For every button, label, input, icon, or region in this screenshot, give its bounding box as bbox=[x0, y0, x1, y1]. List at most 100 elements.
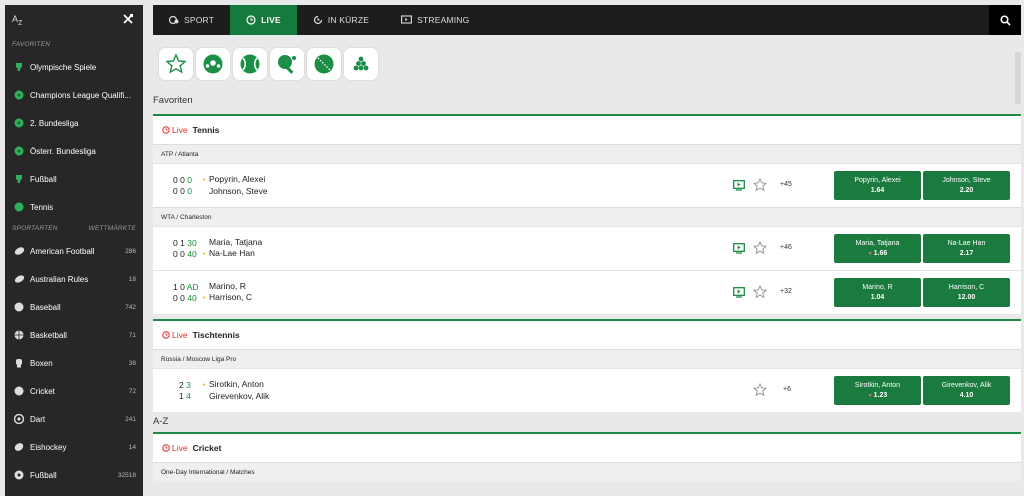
sidebar-item-label: Olympische Spiele bbox=[30, 62, 97, 72]
filter-favorites-button[interactable] bbox=[158, 47, 194, 81]
sidebar-item-boxen[interactable]: Boxen 38 bbox=[5, 349, 143, 377]
odds-group: Popyrin, Alexei 1.64 Johnson, Steve 2.20 bbox=[834, 171, 1010, 200]
soccer-ball-icon bbox=[203, 54, 223, 74]
more-markets-link[interactable]: +46 bbox=[780, 244, 792, 251]
basketball-icon bbox=[13, 329, 25, 341]
sidebar-item-basketball[interactable]: Basketball 71 bbox=[5, 321, 143, 349]
league-header[interactable]: One-Day International / Matches bbox=[153, 462, 1021, 481]
player-2: Na-Lae Han bbox=[209, 248, 255, 258]
odds-button[interactable]: Popyrin, Alexei 1.64 bbox=[834, 171, 921, 200]
tab-live[interactable]: LIVE bbox=[230, 5, 297, 35]
sidebar-item-olympische-spiele[interactable]: Olympische Spiele bbox=[5, 53, 143, 81]
scrollbar[interactable] bbox=[1015, 52, 1021, 104]
tab-label: LIVE bbox=[261, 15, 281, 25]
match-players: Maria, Tatjana • Na-Lae Han bbox=[203, 237, 373, 260]
tab-label: STREAMING bbox=[417, 15, 470, 25]
tennis-ball-icon bbox=[13, 201, 25, 213]
market-count: 18 bbox=[128, 275, 136, 283]
tab-sport[interactable]: SPORT bbox=[153, 5, 230, 35]
cricket-group-header[interactable]: Live Cricket bbox=[153, 434, 1021, 462]
tennis-group-header[interactable]: Live Tennis bbox=[153, 116, 1021, 144]
stream-icon[interactable] bbox=[733, 179, 745, 191]
sidebar-item-baseball[interactable]: Baseball 742 bbox=[5, 293, 143, 321]
live-badge: Live bbox=[162, 443, 188, 453]
sidebar-item-fussball[interactable]: Fußball 32518 bbox=[5, 461, 143, 489]
sidebar-item-oesterr-bundesliga[interactable]: Österr. Bundesliga bbox=[5, 137, 143, 165]
search-button[interactable] bbox=[989, 5, 1021, 35]
sidebar-item-tennis[interactable]: Tennis bbox=[5, 193, 143, 221]
tab-in-kuerze[interactable]: IN KÜRZE bbox=[297, 5, 385, 35]
player-1: Maria, Tatjana bbox=[209, 237, 263, 247]
dartboard-icon bbox=[13, 413, 25, 425]
sidebar-item-cricket[interactable]: Cricket 72 bbox=[5, 377, 143, 405]
filter-snooker-button[interactable] bbox=[343, 47, 379, 81]
sidebar-item-fussball-fav[interactable]: Fußball bbox=[5, 165, 143, 193]
cricket-ball-icon bbox=[314, 54, 334, 74]
more-markets-link[interactable]: +32 bbox=[780, 288, 792, 295]
league-header[interactable]: ATP / Atlanta bbox=[153, 144, 1021, 163]
sidebar-item-champions-league[interactable]: Champions League Qualifi... bbox=[5, 81, 143, 109]
sidebar-header: AZ bbox=[5, 5, 143, 37]
league-header[interactable]: Russia / Moscow Liga Pro bbox=[153, 349, 1021, 368]
odds-button[interactable]: Sirotkin, Anton ▼1.23 bbox=[834, 376, 921, 405]
search-icon bbox=[999, 14, 1011, 26]
favorite-star-icon[interactable] bbox=[753, 383, 767, 397]
odds-button[interactable]: Na-Lae Han 2.17 bbox=[923, 234, 1010, 263]
baseball-icon bbox=[13, 301, 25, 313]
sport-name: Tischtennis bbox=[192, 330, 240, 340]
filter-table-tennis-button[interactable] bbox=[269, 47, 305, 81]
league-header[interactable]: WTA / Charleston bbox=[153, 207, 1021, 226]
odds-button[interactable]: Johnson, Steve 2.20 bbox=[923, 171, 1010, 200]
sidebar-item-label: Baseball bbox=[30, 302, 61, 312]
stream-icon[interactable] bbox=[733, 286, 745, 298]
sidebar-item-2-bundesliga[interactable]: 2. Bundesliga bbox=[5, 109, 143, 137]
stream-icon[interactable] bbox=[733, 242, 745, 254]
score-board: 0 1 30 0 0 40 bbox=[173, 237, 197, 259]
odds-button[interactable]: Maria, Tatjana ▼1.66 bbox=[834, 234, 921, 263]
filter-cricket-button[interactable] bbox=[306, 47, 342, 81]
tab-streaming[interactable]: STREAMING bbox=[385, 5, 485, 35]
tools-icon[interactable] bbox=[122, 13, 134, 27]
player-1: Popyrin, Alexei bbox=[209, 174, 266, 184]
match-row[interactable]: 0 0 0 0 0 0 • Popyrin, Alexei Johnson, St… bbox=[153, 163, 1021, 207]
favorite-star-icon[interactable] bbox=[753, 285, 767, 299]
sport-filter-bar bbox=[153, 35, 1021, 93]
top-navigation: SPORT LIVE IN KÜRZE STREAMING bbox=[153, 5, 1021, 35]
sidebar-item-american-football[interactable]: American Football 286 bbox=[5, 237, 143, 265]
match-row[interactable]: 0 1 30 0 0 40 Maria, Tatjana • Na-Lae Han… bbox=[153, 226, 1021, 270]
market-count: 72 bbox=[128, 387, 136, 395]
rugby-ball-icon bbox=[13, 273, 25, 285]
az-sort-icon[interactable]: AZ bbox=[12, 14, 22, 27]
score-board: 0 0 0 0 0 0 bbox=[173, 174, 192, 196]
odds-button[interactable]: Girevenkov, Alik 4.10 bbox=[923, 376, 1010, 405]
sidebar-item-label: Cricket bbox=[30, 386, 55, 396]
sport-name: Cricket bbox=[192, 443, 222, 453]
table-tennis-icon bbox=[278, 55, 296, 74]
more-markets-link[interactable]: +6 bbox=[783, 386, 791, 393]
sidebar-item-label: 2. Bundesliga bbox=[30, 118, 79, 128]
odds-group: Marino, R 1.04 Harrison, C 12.00 bbox=[834, 278, 1010, 307]
sidebar-item-dart[interactable]: Dart 241 bbox=[5, 405, 143, 433]
tabletennis-group-header[interactable]: Live Tischtennis bbox=[153, 321, 1021, 349]
match-row[interactable]: 1 0 AD 0 0 40 Marino, R • Harrison, C +32… bbox=[153, 270, 1021, 314]
odds-button[interactable]: Harrison, C 12.00 bbox=[923, 278, 1010, 307]
more-markets-link[interactable]: +45 bbox=[780, 181, 792, 188]
filter-soccer-button[interactable] bbox=[195, 47, 231, 81]
favorite-star-icon[interactable] bbox=[753, 241, 767, 255]
match-row[interactable]: 2 3 1 4 • Sirotkin, Anton Girevenkov, Ali… bbox=[153, 368, 1021, 412]
market-count: 286 bbox=[125, 247, 136, 255]
sidebar-item-australian-rules[interactable]: Australian Rules 18 bbox=[5, 265, 143, 293]
sidebar-item-eishockey[interactable]: Eishockey 14 bbox=[5, 433, 143, 461]
favorites-heading: FAVORITEN bbox=[12, 41, 51, 48]
market-count: 742 bbox=[125, 303, 136, 311]
sidebar-item-label: Champions League Qualifi... bbox=[30, 90, 131, 100]
score-board: 2 3 1 4 bbox=[179, 379, 191, 401]
player-2: Girevenkov, Alik bbox=[209, 391, 270, 401]
timer-icon bbox=[313, 15, 322, 25]
live-clock-icon bbox=[162, 444, 170, 452]
favorite-star-icon[interactable] bbox=[753, 178, 767, 192]
odds-button[interactable]: Marino, R 1.04 bbox=[834, 278, 921, 307]
filter-tennis-button[interactable] bbox=[232, 47, 268, 81]
live-clock-icon bbox=[162, 331, 170, 339]
sidebar-item-label: Boxen bbox=[30, 358, 53, 368]
